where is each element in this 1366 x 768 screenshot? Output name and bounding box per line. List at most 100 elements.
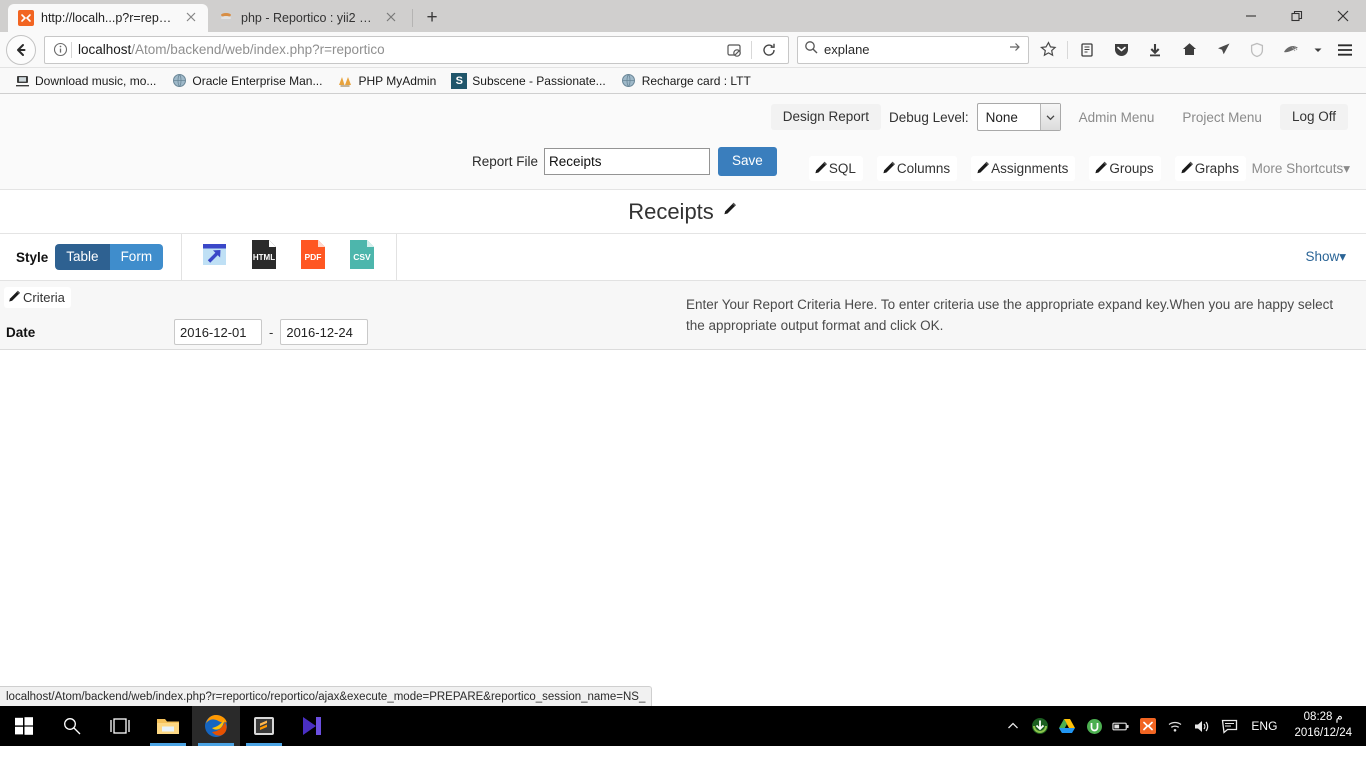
pencil-icon	[880, 160, 897, 177]
idm-icon[interactable]	[1031, 717, 1049, 735]
shortcut-columns[interactable]: Columns	[876, 156, 958, 181]
send-tab-icon[interactable]	[1208, 35, 1238, 65]
bookmark-item[interactable]: PHP MyAdmin	[331, 71, 442, 91]
html-file-icon[interactable]: HTML	[250, 239, 278, 275]
criteria-label: Criteria	[23, 290, 65, 305]
bookmark-item[interactable]: Download music, mo...	[8, 71, 162, 91]
pocket-icon[interactable]	[1106, 35, 1136, 65]
bookmark-label: Recharge card : LTT	[641, 73, 751, 88]
show-hidden-icons-button[interactable]	[1004, 717, 1022, 735]
sublime-text-button[interactable]	[240, 706, 288, 746]
close-icon[interactable]	[384, 10, 400, 26]
date-from-input[interactable]	[174, 319, 262, 345]
shortcut-sql[interactable]: SQL	[808, 156, 863, 181]
task-view-button[interactable]	[96, 706, 144, 746]
popup-window-icon[interactable]	[200, 240, 229, 274]
close-icon[interactable]	[184, 10, 200, 26]
language-indicator[interactable]: ENG	[1247, 719, 1281, 733]
browser-tab-2[interactable]: php - Reportico : yii2 How...	[208, 4, 408, 32]
google-drive-icon[interactable]	[1058, 717, 1076, 735]
edit-title-pencil-icon[interactable]	[721, 201, 738, 223]
search-go-icon[interactable]	[1008, 40, 1022, 59]
hamburger-menu-icon[interactable]	[1330, 35, 1360, 65]
shortcut-assignments[interactable]: Assignments	[971, 156, 1076, 181]
pdf-file-icon[interactable]: PDF	[299, 239, 327, 275]
page-info-icon[interactable]	[49, 42, 71, 57]
restore-button[interactable]	[1274, 0, 1320, 32]
browser-window: http://localh...p?r=reportico php - Repo…	[0, 0, 1366, 768]
xampp-icon[interactable]	[1139, 717, 1157, 735]
volume-icon[interactable]	[1193, 717, 1211, 735]
back-button[interactable]	[6, 34, 36, 65]
start-button[interactable]	[0, 706, 48, 746]
firefox-button[interactable]	[192, 706, 240, 746]
search-bar[interactable]: explane	[797, 35, 1029, 64]
bookmark-item[interactable]: Recharge card : LTT	[615, 71, 757, 91]
bookmark-label: Subscene - Passionate...	[472, 73, 606, 88]
home-icon[interactable]	[1174, 35, 1204, 65]
clock[interactable]: 08:28 م 2016/12/24	[1290, 710, 1358, 741]
svg-text:CSV: CSV	[353, 252, 371, 262]
shortcut-groups[interactable]: Groups	[1089, 156, 1161, 181]
tab-strip: http://localh...p?r=reportico php - Repo…	[0, 0, 447, 32]
reload-icon[interactable]	[754, 35, 784, 65]
design-report-button[interactable]: Design Report	[770, 103, 882, 131]
browser-titlebar: http://localh...p?r=reportico php - Repo…	[0, 0, 1366, 32]
file-explorer-button[interactable]	[144, 706, 192, 746]
shortcut-graphs[interactable]: Graphs	[1174, 156, 1246, 181]
browser-tab-1[interactable]: http://localh...p?r=reportico	[8, 4, 208, 32]
library-icon[interactable]	[1072, 35, 1102, 65]
toolbar-divider	[181, 234, 183, 280]
subscene-icon: S	[451, 72, 468, 89]
phpmyadmin-icon	[337, 73, 353, 89]
reader-mode-icon[interactable]	[719, 35, 749, 65]
shield-icon[interactable]	[1242, 35, 1272, 65]
debug-level-value: None	[985, 109, 1018, 125]
globe-icon	[621, 73, 637, 89]
bookmark-item[interactable]: Oracle Enterprise Man...	[165, 71, 328, 91]
action-center-icon[interactable]	[1220, 717, 1238, 735]
running-indicator	[150, 743, 186, 746]
date-to-input[interactable]	[280, 319, 369, 345]
admin-menu-link[interactable]: Admin Menu	[1069, 105, 1165, 130]
url-host: localhost	[78, 42, 132, 57]
debug-level-select[interactable]: None	[976, 103, 1061, 131]
criteria-name: Date	[6, 324, 36, 340]
csv-file-icon[interactable]: CSV	[348, 239, 376, 275]
style-option-table[interactable]: Table	[55, 244, 110, 270]
utorrent-icon[interactable]	[1085, 717, 1103, 735]
tab-divider	[412, 9, 413, 27]
shortcut-label: Groups	[1109, 161, 1154, 176]
minimize-button[interactable]	[1228, 0, 1274, 32]
extension-icon[interactable]	[1276, 35, 1306, 65]
log-off-button[interactable]: Log Off	[1279, 103, 1348, 131]
search-input[interactable]: explane	[824, 42, 1002, 57]
criteria-help-text: Enter Your Report Criteria Here. To ente…	[686, 297, 1334, 333]
report-file-input[interactable]	[544, 148, 711, 175]
wifi-icon[interactable]	[1166, 717, 1184, 735]
style-option-form[interactable]: Form	[109, 244, 164, 270]
date-range-separator: -	[269, 324, 274, 340]
shortcut-label: SQL	[828, 161, 856, 176]
chevron-down-icon	[1039, 104, 1060, 130]
close-button[interactable]	[1320, 0, 1366, 32]
bookmark-item[interactable]: S Subscene - Passionate...	[445, 71, 611, 91]
criteria-heading[interactable]: Criteria	[4, 287, 71, 308]
downloads-icon[interactable]	[1140, 35, 1170, 65]
url-bar[interactable]: localhost/Atom/backend/web/index.php?r=r…	[44, 35, 789, 65]
project-menu-link[interactable]: Project Menu	[1172, 105, 1272, 130]
media-player-button[interactable]	[288, 706, 336, 746]
new-tab-button[interactable]: +	[417, 4, 447, 32]
reportico-top-toolbar: Design Report Debug Level: None Admin Me…	[0, 94, 1366, 134]
windows-taskbar: ENG 08:28 م 2016/12/24	[0, 706, 1366, 746]
show-dropdown[interactable]: Show▾	[1305, 249, 1346, 265]
save-button[interactable]: Save	[718, 147, 777, 176]
bookmark-star-icon[interactable]	[1033, 35, 1063, 65]
page-title: Receipts	[628, 198, 714, 224]
chevron-down-icon[interactable]	[1310, 35, 1326, 65]
output-format-icons: HTML PDF CSV	[200, 239, 376, 275]
url-bar-actions	[719, 35, 784, 65]
battery-icon[interactable]	[1112, 717, 1130, 735]
more-shortcuts-dropdown[interactable]: More Shortcuts▾	[1252, 147, 1350, 177]
search-button[interactable]	[48, 706, 96, 746]
